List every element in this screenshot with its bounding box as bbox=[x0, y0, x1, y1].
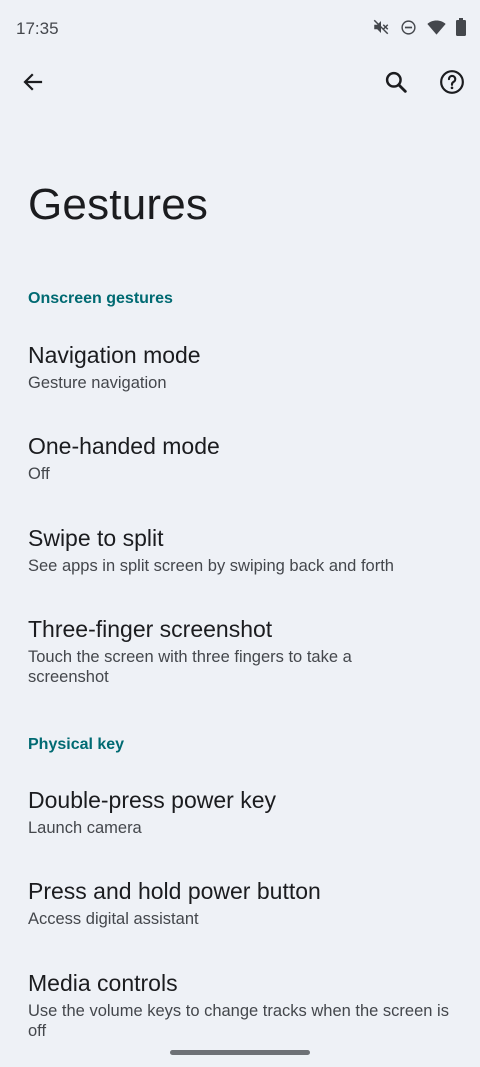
setting-title: One-handed mode bbox=[28, 433, 220, 459]
setting-double-press-power-key[interactable]: Double-press power key Launch camera bbox=[0, 775, 480, 855]
setting-summary: Off bbox=[28, 465, 50, 483]
setting-title: Media controls bbox=[28, 970, 178, 996]
status-icons bbox=[372, 18, 466, 36]
setting-title: Press and hold power button bbox=[28, 878, 321, 904]
toolbar bbox=[0, 60, 480, 110]
setting-summary: Use the volume keys to change tracks whe… bbox=[28, 1002, 449, 1040]
home-indicator[interactable] bbox=[170, 1050, 310, 1055]
setting-title: Swipe to split bbox=[28, 525, 164, 551]
setting-summary: See apps in split screen by swiping back… bbox=[28, 557, 394, 575]
help-button[interactable] bbox=[428, 60, 476, 108]
setting-summary: Access digital assistant bbox=[28, 910, 199, 928]
setting-title: Navigation mode bbox=[28, 342, 201, 368]
setting-summary: Gesture navigation bbox=[28, 374, 167, 392]
page-title: Gestures bbox=[28, 180, 209, 229]
dnd-icon bbox=[400, 19, 417, 36]
search-icon bbox=[383, 69, 409, 100]
section-header-onscreen-gestures: Onscreen gestures bbox=[28, 290, 173, 307]
wifi-icon bbox=[427, 19, 446, 36]
status-time: 17:35 bbox=[16, 19, 59, 38]
setting-media-controls[interactable]: Media controls Use the volume keys to ch… bbox=[0, 958, 480, 1048]
setting-one-handed-mode[interactable]: One-handed mode Off bbox=[0, 421, 480, 501]
setting-summary: Launch camera bbox=[28, 819, 142, 837]
status-bar: 17:35 bbox=[0, 0, 480, 60]
setting-summary: Touch the screen with three fingers to t… bbox=[28, 648, 352, 686]
setting-swipe-to-split[interactable]: Swipe to split See apps in split screen … bbox=[0, 513, 480, 593]
setting-three-finger-screenshot[interactable]: Three-finger screenshot Touch the screen… bbox=[0, 604, 480, 704]
setting-title: Three-finger screenshot bbox=[28, 616, 273, 642]
arrow-back-icon bbox=[21, 70, 45, 99]
search-button[interactable] bbox=[372, 60, 420, 108]
battery-icon bbox=[456, 18, 466, 36]
setting-press-and-hold-power-button[interactable]: Press and hold power button Access digit… bbox=[0, 866, 480, 946]
back-button[interactable] bbox=[9, 60, 57, 108]
help-icon bbox=[439, 69, 465, 100]
setting-title: Double-press power key bbox=[28, 787, 277, 813]
section-header-physical-key: Physical key bbox=[28, 736, 125, 753]
mute-icon bbox=[372, 18, 390, 36]
setting-navigation-mode[interactable]: Navigation mode Gesture navigation bbox=[0, 330, 480, 410]
